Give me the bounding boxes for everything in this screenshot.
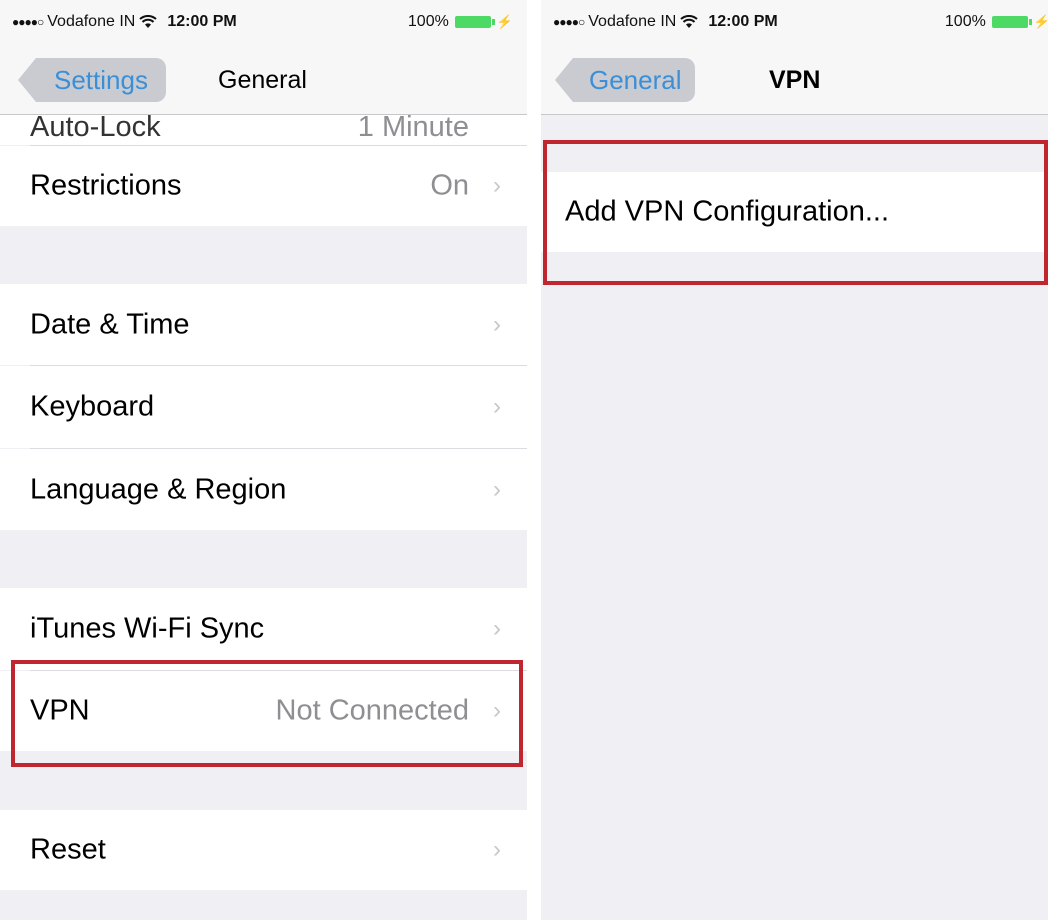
add-vpn-highlight-box <box>543 140 1048 285</box>
battery-icon <box>454 16 495 28</box>
back-button-general[interactable]: General <box>555 58 695 102</box>
battery-icon <box>991 16 1032 28</box>
chevron-right-icon: › <box>493 393 501 420</box>
carrier-name: Vodafone IN <box>588 13 677 30</box>
row-label: Reset <box>30 833 106 866</box>
general-settings-screen: ●●●●○ Vodafone IN 12:00 PM 100% ⚡ Settin… <box>0 0 527 920</box>
status-time: 12:00 PM <box>167 13 237 30</box>
charging-icon: ⚡ <box>496 14 513 29</box>
row-value: On <box>430 169 469 202</box>
wifi-icon <box>680 15 698 28</box>
wifi-icon <box>139 15 157 28</box>
chevron-right-icon: › <box>493 172 501 199</box>
navigation-bar: General VPN <box>541 50 1048 115</box>
battery-percent: 100% <box>944 13 986 30</box>
list-item-restrictions[interactable]: Restrictions On › <box>0 146 527 226</box>
back-button-settings[interactable]: Settings <box>18 58 166 102</box>
row-label: Auto-Lock <box>30 115 161 143</box>
row-value: 1 Minute <box>357 115 469 143</box>
chevron-right-icon: › <box>493 836 501 863</box>
row-label: iTunes Wi-Fi Sync <box>30 612 265 645</box>
row-label: Keyboard <box>30 390 155 423</box>
list-item-language-region[interactable]: Language & Region › <box>0 449 527 530</box>
back-button-label: Settings <box>54 64 148 95</box>
list-item-itunes-wifi-sync[interactable]: iTunes Wi-Fi Sync › <box>0 588 527 670</box>
vpn-settings-screen: ●●●●○ Vodafone IN 12:00 PM 100% ⚡ Genera… <box>541 0 1048 920</box>
row-label: Restrictions <box>30 169 182 202</box>
status-time: 12:00 PM <box>708 13 778 30</box>
back-button-label: General <box>589 64 682 95</box>
status-bar: ●●●●○ Vodafone IN 12:00 PM 100% ⚡ <box>541 0 1048 50</box>
charging-icon: ⚡ <box>1033 14 1048 29</box>
row-label: Date & Time <box>30 308 190 340</box>
battery-percent: 100% <box>407 13 449 30</box>
carrier-name: Vodafone IN <box>47 13 136 30</box>
list-item-keyboard[interactable]: Keyboard › <box>0 366 527 448</box>
signal-strength-icon: ●●●●○ <box>12 15 44 29</box>
list-item-reset[interactable]: Reset › <box>0 810 527 890</box>
row-label: Language & Region <box>30 473 287 505</box>
status-bar: ●●●●○ Vodafone IN 12:00 PM 100% ⚡ <box>0 0 527 50</box>
chevron-right-icon: › <box>493 615 501 642</box>
vpn-highlight-box <box>11 660 523 767</box>
navigation-bar: Settings General <box>0 50 527 115</box>
page-title: General <box>218 66 307 94</box>
list-item-date-time[interactable]: Date & Time › <box>0 284 527 365</box>
page-title: VPN <box>769 66 821 94</box>
chevron-right-icon: › <box>493 475 501 503</box>
chevron-right-icon: › <box>493 310 501 338</box>
list-item-auto-lock[interactable]: Auto-Lock 1 Minute <box>0 115 527 145</box>
signal-strength-icon: ●●●●○ <box>553 15 585 29</box>
